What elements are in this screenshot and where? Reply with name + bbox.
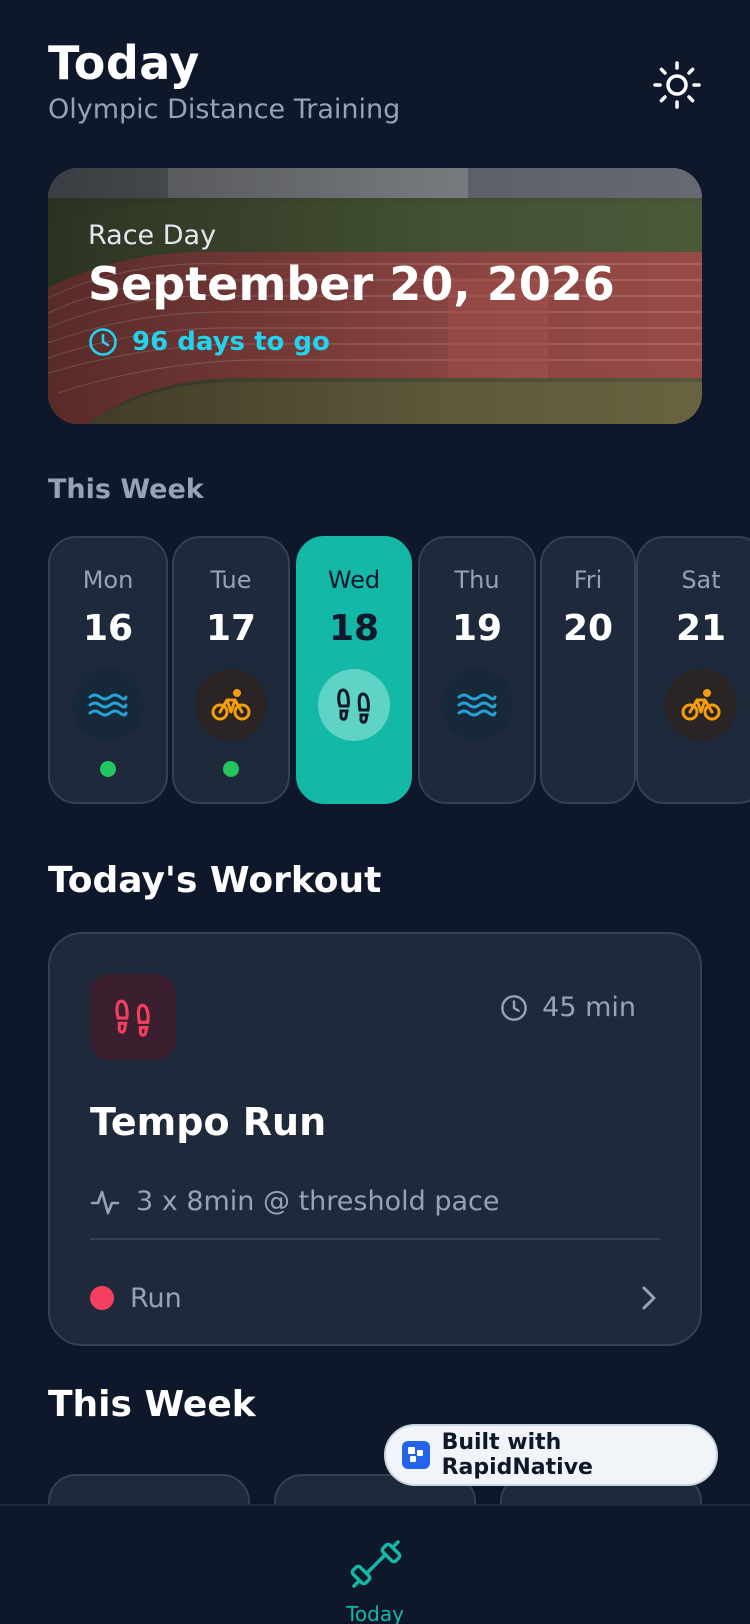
race-countdown: 96 days to go <box>88 327 615 357</box>
day-card-wed[interactable]: Wed 18 <box>296 536 412 804</box>
countdown-text: 96 days to go <box>132 327 330 357</box>
week-heading: This Week <box>48 474 204 505</box>
race-day-card[interactable]: Race Day September 20, 2026 96 days to g… <box>48 168 702 424</box>
day-number: 21 <box>675 608 727 649</box>
day-name: Fri <box>573 566 603 594</box>
completed-dot <box>223 761 239 777</box>
day-name: Mon <box>82 566 134 594</box>
page-title: Today <box>48 36 200 90</box>
footprints-icon <box>318 669 390 741</box>
chevron-right-icon <box>642 1286 656 1310</box>
workout-heading: Today's Workout <box>48 860 382 901</box>
workout-detail-text: 3 x 8min @ threshold pace <box>136 1186 500 1217</box>
badge-text: Built with RapidNative <box>441 1430 593 1480</box>
built-with-badge[interactable]: Built with RapidNative <box>384 1424 718 1486</box>
tab-today-label: Today <box>346 1602 404 1624</box>
workout-detail: 3 x 8min @ threshold pace <box>90 1186 499 1217</box>
workout-card[interactable]: 45 min Tempo Run 3 x 8min @ threshold pa… <box>48 932 702 1346</box>
day-name: Thu <box>454 566 500 594</box>
duration-text: 45 min <box>542 992 636 1023</box>
clock-icon <box>501 994 528 1021</box>
day-name: Sat <box>681 566 721 594</box>
sport-color-dot <box>90 1286 114 1310</box>
footprints-icon <box>115 999 150 1037</box>
day-number: 16 <box>82 608 134 649</box>
day-number: 19 <box>451 608 503 649</box>
race-label: Race Day <box>88 220 217 251</box>
race-date: September 20, 2026 <box>88 257 615 311</box>
bike-icon <box>195 669 267 741</box>
header: Today Olympic Distance Training <box>48 36 400 125</box>
rapidnative-logo-icon <box>402 1441 430 1469</box>
day-card-fri[interactable]: Fri 20 <box>540 536 636 804</box>
week-strip: Mon 16 Tue 17 Wed 18 Thu 19 Fri 20 Sat 2… <box>48 536 750 804</box>
day-card-sat[interactable]: Sat 21 <box>636 536 750 804</box>
day-number: 18 <box>328 608 380 649</box>
swim-icon <box>72 669 144 741</box>
day-card-mon[interactable]: Mon 16 <box>48 536 168 804</box>
page-subtitle: Olympic Distance Training <box>48 94 401 125</box>
week-summary-heading: This Week <box>48 1384 256 1425</box>
workout-duration: 45 min <box>500 992 636 1023</box>
workout-icon-box <box>90 974 176 1060</box>
day-name: Wed <box>327 566 381 594</box>
sport-label: Run <box>130 1282 182 1314</box>
swim-icon <box>441 669 513 741</box>
tab-today[interactable] <box>348 1536 404 1592</box>
bike-icon <box>665 669 737 741</box>
tab-bar: Today <box>0 1504 750 1624</box>
dumbbell-icon <box>350 1540 402 1588</box>
divider <box>90 1238 660 1240</box>
app-screen: Today Olympic Distance Training Race Day… <box>0 0 750 1624</box>
clock-icon <box>89 328 117 356</box>
day-card-thu[interactable]: Thu 19 <box>418 536 536 804</box>
theme-toggle-button[interactable] <box>652 60 702 110</box>
day-card-tue[interactable]: Tue 17 <box>172 536 290 804</box>
day-name: Tue <box>210 566 252 594</box>
completed-dot <box>100 761 116 777</box>
race-info: Race Day September 20, 2026 96 days to g… <box>88 220 615 357</box>
activity-icon <box>90 1190 120 1214</box>
sun-icon <box>653 61 701 109</box>
day-number: 20 <box>562 608 614 649</box>
day-number: 17 <box>205 608 257 649</box>
workout-footer[interactable]: Run <box>90 1272 660 1324</box>
workout-title: Tempo Run <box>90 1100 327 1144</box>
